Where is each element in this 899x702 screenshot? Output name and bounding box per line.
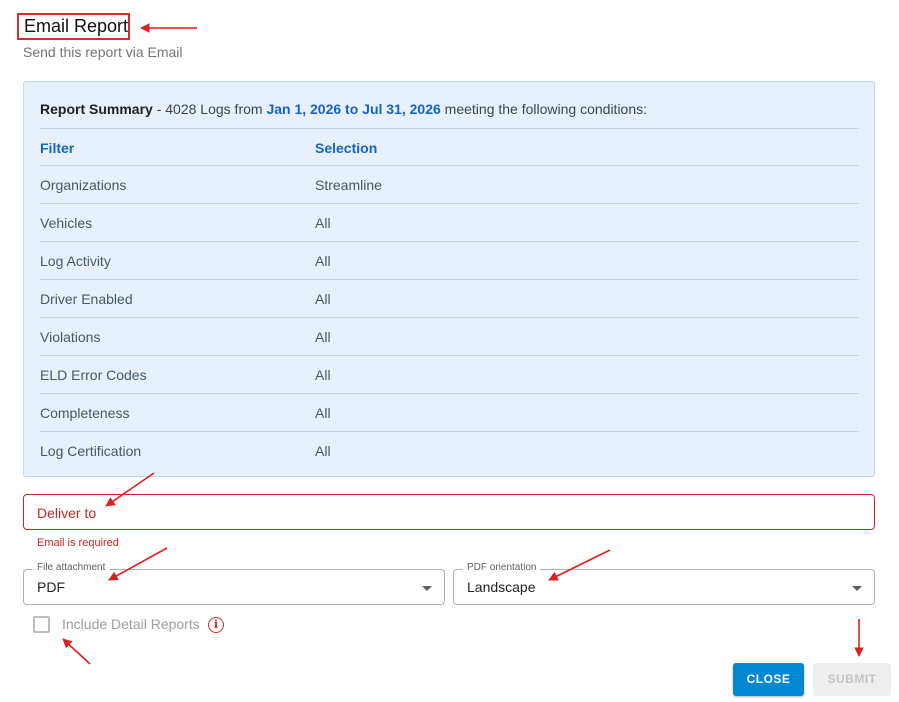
annotation-arrows	[62, 23, 864, 665]
arrow-to-checkbox	[62, 638, 91, 665]
arrow-to-deliver-to	[105, 472, 155, 507]
arrow-to-file-attachment	[108, 547, 168, 581]
arrow-to-pdf-orientation	[548, 549, 611, 581]
